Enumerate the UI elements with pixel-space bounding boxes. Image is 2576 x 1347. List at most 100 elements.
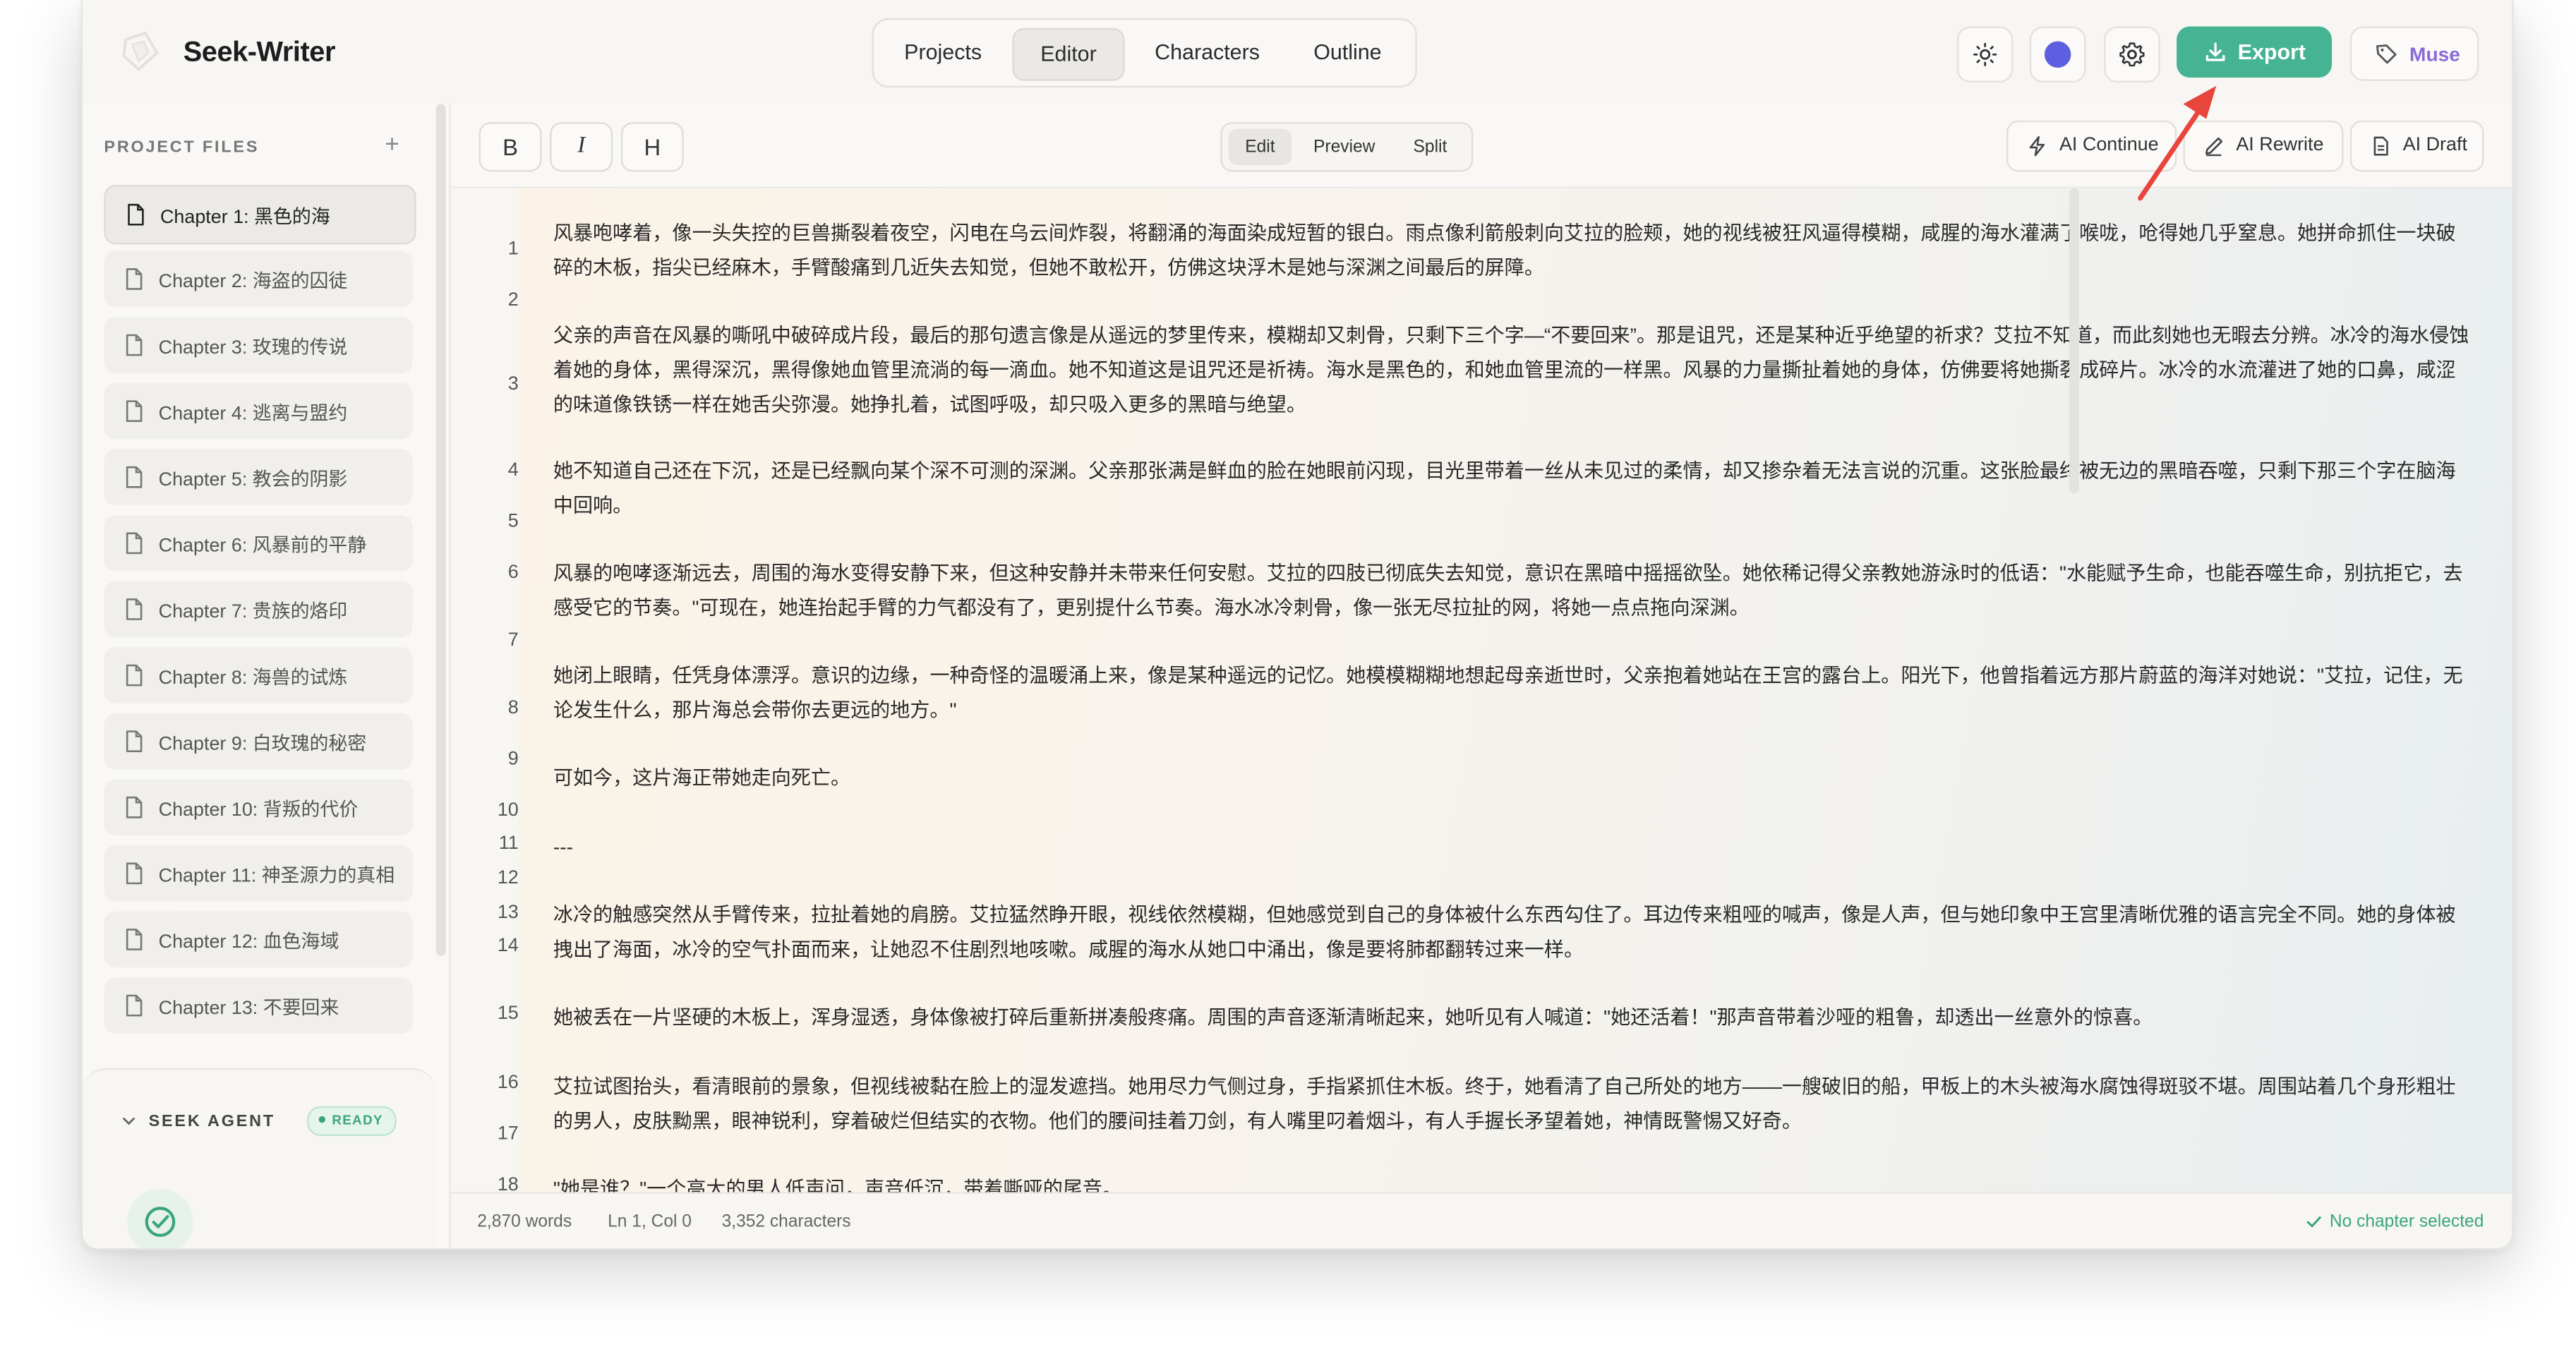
chapter-label: Chapter 13: 不要回来 xyxy=(158,998,339,1019)
tab-characters[interactable]: Characters xyxy=(1135,28,1280,78)
sidebar-item-chapter-11[interactable]: Chapter 11: 神圣源力的真相 xyxy=(104,845,414,902)
line-number: 1 xyxy=(507,239,519,260)
ai-continue-button[interactable]: AI Continue xyxy=(2006,120,2177,172)
sidebar-item-chapter-13[interactable]: Chapter 13: 不要回来 xyxy=(104,977,414,1034)
file-icon xyxy=(126,994,143,1017)
mode-edit[interactable]: Edit xyxy=(1228,128,1292,165)
line-number: 6 xyxy=(507,562,519,584)
sidebar-item-chapter-5[interactable]: Chapter 5: 教会的阴影 xyxy=(104,449,414,506)
add-file-button[interactable]: + xyxy=(385,131,399,159)
line-number: 10 xyxy=(497,800,519,821)
chapter-label: Chapter 4: 逃离与盟约 xyxy=(158,404,348,425)
line-number-gutter: 1 2 3 4 5 6 7 8 9 10 11 12 13 14 15 16 17 18 xyxy=(450,188,519,1195)
editor-paragraph: 风暴咆哮着，像一头失控的巨兽撕裂着夜空，闪电在乌云间炸裂，将翻涌的海面染成短暂的… xyxy=(553,221,2456,279)
app-window: Seek-Writer Projects Editor Characters O… xyxy=(80,0,2514,1250)
sidebar-item-chapter-2[interactable]: Chapter 2: 海盗的囚徒 xyxy=(104,250,414,308)
file-icon xyxy=(126,598,143,620)
editor-paragraph: 可如今，这片海正带她走向死亡。 xyxy=(553,766,851,790)
sidebar-item-chapter-3[interactable]: Chapter 3: 玫瑰的传说 xyxy=(104,317,414,373)
editor-toolbar: B I H Edit Preview Split AI Continue AI … xyxy=(450,104,2512,188)
status-badge-label: READY xyxy=(332,1113,383,1128)
sun-icon xyxy=(1973,42,1997,66)
character-count: 3,352 characters xyxy=(721,1212,851,1232)
chapter-label: Chapter 3: 玫瑰的传说 xyxy=(158,338,348,358)
file-icon xyxy=(126,400,143,422)
tab-editor[interactable]: Editor xyxy=(1012,28,1125,81)
italic-button[interactable]: I xyxy=(550,122,613,172)
editor-paragraph: 父亲的声音在风暴的嘶吼中破碎成片段，最后的那句遗言像是从遥远的梦里传来，模糊却又… xyxy=(553,323,2469,416)
tab-outline[interactable]: Outline xyxy=(1290,28,1406,78)
color-dot-icon xyxy=(2044,41,2071,68)
file-icon xyxy=(126,862,143,885)
editor-text-area[interactable]: 风暴咆哮着，像一头失控的巨兽撕裂着夜空，闪电在乌云间炸裂，将翻涌的海面染成短暂的… xyxy=(518,188,2512,1192)
check-circle-icon xyxy=(145,1207,176,1237)
chevron-down-icon[interactable] xyxy=(122,1115,136,1128)
gear-icon xyxy=(2119,42,2145,67)
project-files-heading: PROJECT FILES xyxy=(104,138,260,157)
download-icon xyxy=(2205,42,2225,61)
seek-agent-panel: SEEK AGENT READY xyxy=(82,1068,436,1249)
ai-draft-label: AI Draft xyxy=(2402,135,2467,155)
line-number: 9 xyxy=(507,749,519,770)
line-number: 7 xyxy=(507,630,519,651)
chapter-label: Chapter 7: 贵族的烙印 xyxy=(158,603,348,623)
bold-button[interactable]: B xyxy=(479,122,542,172)
top-bar: Seek-Writer Projects Editor Characters O… xyxy=(82,0,2512,106)
export-label: Export xyxy=(2237,40,2306,65)
mode-split[interactable]: Split xyxy=(1397,129,1464,165)
main-nav: Projects Editor Characters Outline xyxy=(872,18,1417,88)
chapter-label: Chapter 12: 血色海域 xyxy=(158,933,339,953)
lightning-icon xyxy=(2029,135,2045,157)
mode-preview[interactable]: Preview xyxy=(1298,129,1390,165)
theme-toggle-button[interactable] xyxy=(1956,26,2014,83)
editor-paragraph: --- xyxy=(553,835,573,859)
tag-icon xyxy=(2376,44,2397,64)
view-mode-switch: Edit Preview Split xyxy=(1220,122,1474,172)
file-icon xyxy=(126,664,143,687)
line-number: 16 xyxy=(497,1073,519,1094)
accent-color-button[interactable] xyxy=(2029,26,2086,83)
file-icon xyxy=(126,334,143,356)
tab-projects[interactable]: Projects xyxy=(884,28,1002,78)
ai-rewrite-label: AI Rewrite xyxy=(2236,135,2324,155)
muse-button[interactable]: Muse xyxy=(2349,26,2479,81)
sidebar-item-chapter-12[interactable]: Chapter 12: 血色海域 xyxy=(104,911,414,968)
editor-paragraph: 冰冷的触感突然从手臂传来，拉扯着她的肩膀。艾拉猛然睁开眼，视线依然模糊，但她感觉… xyxy=(553,902,2456,961)
chapter-selection-status: No chapter selected xyxy=(2306,1212,2484,1232)
pen-icon xyxy=(2205,137,2223,157)
line-number: 12 xyxy=(497,868,519,888)
app-name: Seek-Writer xyxy=(183,36,336,68)
chapter-label: Chapter 2: 海盗的囚徒 xyxy=(158,272,348,293)
sidebar-item-chapter-4[interactable]: Chapter 4: 逃离与盟约 xyxy=(104,382,414,440)
sidebar-item-chapter-10[interactable]: Chapter 10: 背叛的代价 xyxy=(104,779,414,836)
editor-scrollbar[interactable] xyxy=(2069,188,2080,494)
sidebar-item-chapter-8[interactable]: Chapter 8: 海兽的试炼 xyxy=(104,647,414,703)
chapter-label: Chapter 1: 黑色的海 xyxy=(160,207,330,228)
editor-paragraph: 她闭上眼睛，任凭身体漂浮。意识的边缘，一种奇怪的温暖涌上来，像是某种遥远的记忆。… xyxy=(553,663,2463,722)
line-number: 15 xyxy=(497,1003,519,1024)
line-number: 4 xyxy=(507,460,519,481)
editor-paragraph: 风暴的咆哮逐渐远去，周围的海水变得安静下来，但这种安静并未带来任何安慰。艾拉的四… xyxy=(553,561,2463,620)
check-icon xyxy=(2306,1216,2321,1228)
line-number: 2 xyxy=(507,290,519,310)
sidebar-item-chapter-6[interactable]: Chapter 6: 风暴前的平静 xyxy=(104,515,414,572)
line-number: 11 xyxy=(498,833,519,854)
ai-draft-button[interactable]: AI Draft xyxy=(2349,120,2484,172)
heading-button[interactable]: H xyxy=(620,122,684,172)
status-dot-icon xyxy=(318,1116,325,1123)
chapter-label: Chapter 8: 海兽的试炼 xyxy=(158,668,348,689)
line-number: 13 xyxy=(497,902,519,924)
sidebar-scrollbar[interactable] xyxy=(435,104,446,956)
chapter-label: Chapter 6: 风暴前的平静 xyxy=(158,536,367,557)
sidebar-item-chapter-9[interactable]: Chapter 9: 白玫瑰的秘密 xyxy=(104,713,414,770)
ai-rewrite-button[interactable]: AI Rewrite xyxy=(2183,120,2344,172)
editor-paragraph: 她不知道自己还在下沉，还是已经飘向某个深不可测的深渊。父亲那张满是鲜血的脸在她眼… xyxy=(553,459,2456,517)
sidebar-item-chapter-7[interactable]: Chapter 7: 贵族的烙印 xyxy=(104,581,414,638)
export-button[interactable]: Export xyxy=(2177,26,2333,78)
file-icon xyxy=(128,203,144,226)
sidebar-item-chapter-1[interactable]: Chapter 1: 黑色的海 xyxy=(104,185,416,245)
settings-button[interactable] xyxy=(2104,26,2160,83)
ai-continue-label: AI Continue xyxy=(2059,135,2159,155)
file-icon xyxy=(126,466,143,488)
file-icon xyxy=(126,268,143,290)
